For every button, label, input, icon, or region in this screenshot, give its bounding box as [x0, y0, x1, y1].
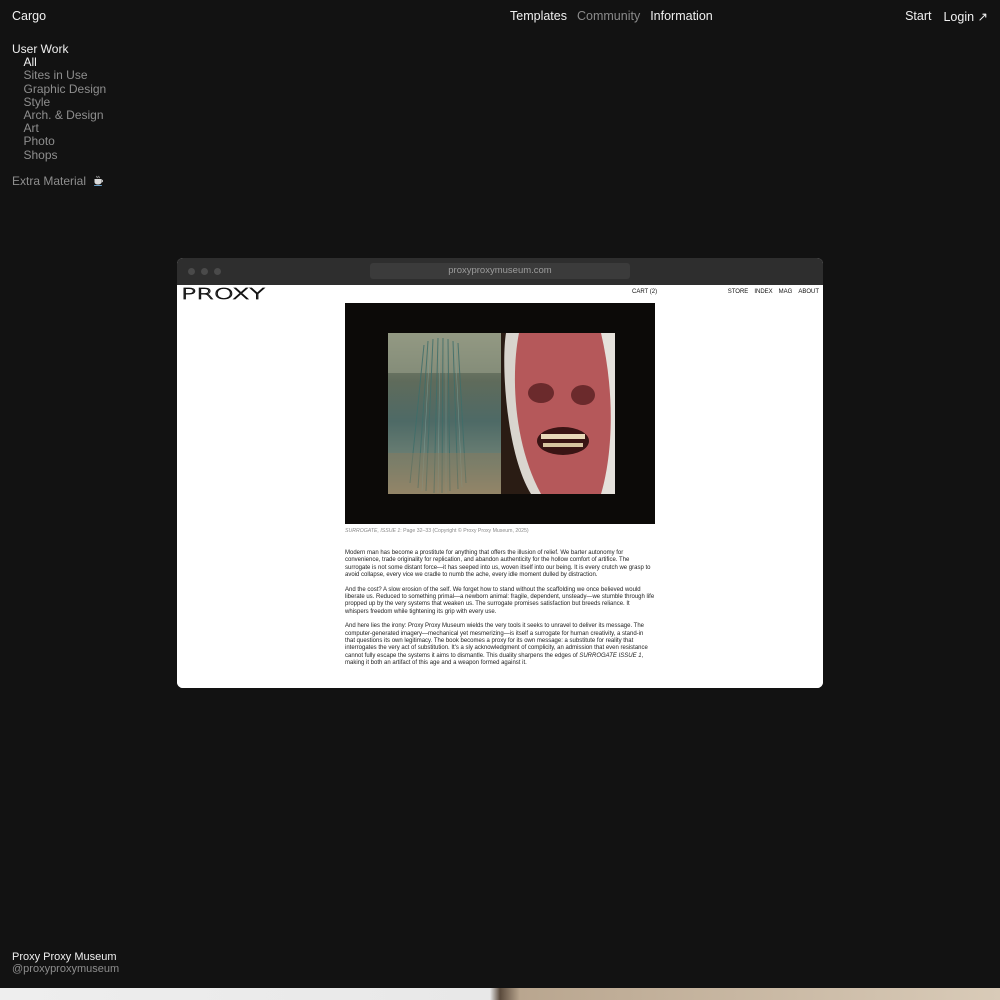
credit-handle[interactable]: @proxyproxymuseum	[12, 963, 119, 975]
book-spread	[388, 333, 615, 494]
sidebar-item-shops[interactable]: Shops	[12, 148, 106, 162]
site-credit: Proxy Proxy Museum @proxyproxymuseum	[12, 951, 119, 975]
image-caption: SURROGATE, ISSUE 1: Page 32–33 (Copyrigh…	[345, 528, 529, 534]
brand-link[interactable]: Cargo	[12, 9, 46, 23]
start-link[interactable]: Start	[905, 9, 931, 24]
article-paragraph: And the cost? A slow erosion of the self…	[345, 586, 655, 615]
site-content: PROXY CART (2) STORE INDEX MAG ABOUT SUR…	[177, 285, 823, 688]
site-nav: STORE INDEX MAG ABOUT	[728, 289, 819, 295]
proxy-logo[interactable]: PROXY	[181, 287, 266, 301]
sidebar: User Work All Sites in Use Graphic Desig…	[12, 42, 107, 188]
coffee-cup-icon	[92, 175, 104, 187]
paragraph-title: SURROGATE ISSUE 1	[579, 652, 642, 659]
window-dot-icon	[214, 268, 221, 275]
caption-details: : Page 32–33 (Copyright © Proxy Proxy Mu…	[400, 528, 529, 534]
cart-link[interactable]: CART (2)	[632, 289, 657, 295]
next-preview-strip[interactable]	[0, 988, 1000, 1000]
red-mask-face-image	[501, 333, 615, 494]
account-links: Start Login ↗	[905, 9, 988, 24]
window-dot-icon	[188, 268, 195, 275]
window-dot-icon	[201, 268, 208, 275]
book-spread-image	[345, 303, 655, 524]
sidebar-item-graphic-design[interactable]: Graphic Design	[12, 82, 107, 96]
article-paragraph: Modern man has become a prostitute for a…	[345, 550, 651, 579]
browser-preview[interactable]: proxyproxymuseum.com PROXY CART (2) STOR…	[177, 258, 823, 688]
article-paragraph: And here lies the irony: Proxy Proxy Mus…	[345, 623, 655, 667]
figure-hair-image	[388, 333, 501, 494]
credit-name[interactable]: Proxy Proxy Museum	[12, 951, 119, 963]
login-link[interactable]: Login ↗	[943, 9, 988, 24]
site-nav-store[interactable]: STORE	[728, 289, 749, 295]
nav-community[interactable]: Community	[577, 9, 640, 23]
browser-chrome: proxyproxymuseum.com	[177, 258, 823, 285]
caption-title: SURROGATE, ISSUE 1	[345, 528, 401, 534]
nav-templates[interactable]: Templates	[510, 9, 567, 23]
article-body: Modern man has become a prostitute for a…	[345, 550, 655, 675]
nav-information[interactable]: Information	[650, 9, 713, 23]
sidebar-item-photo[interactable]: Photo	[12, 135, 106, 148]
site-nav-about[interactable]: ABOUT	[798, 289, 819, 295]
address-bar: proxyproxymuseum.com	[370, 263, 630, 279]
sidebar-item-sites-in-use[interactable]: Sites in Use	[12, 69, 106, 82]
site-nav-index[interactable]: INDEX	[754, 289, 772, 295]
top-bar: Cargo Templates Community Information St…	[0, 0, 1000, 32]
extra-material-link[interactable]: Extra Material	[12, 173, 106, 188]
extra-material-label: Extra Material	[12, 173, 87, 188]
svg-text:PROXY: PROXY	[181, 287, 265, 301]
top-nav: Templates Community Information	[510, 9, 713, 23]
site-nav-mag[interactable]: MAG	[779, 289, 793, 295]
